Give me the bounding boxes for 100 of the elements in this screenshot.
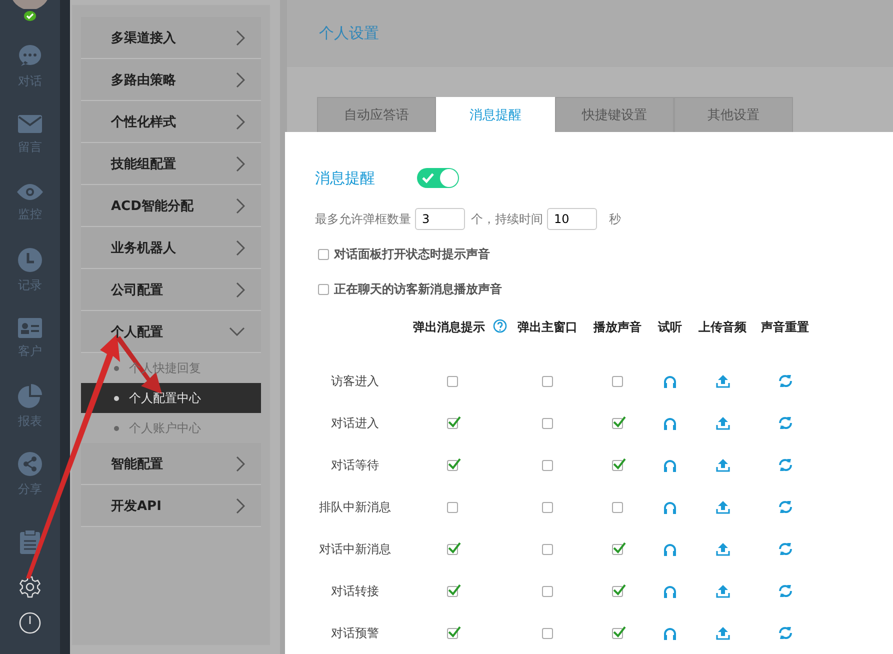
checkbox[interactable] [612,628,623,638]
checkbox[interactable] [446,418,458,428]
checkbox[interactable] [446,586,458,596]
headphones-icon[interactable] [663,416,677,430]
envelope-icon [17,112,43,134]
clipboard-icon [19,529,41,555]
checkbox[interactable] [446,460,458,470]
chevron-right-icon [236,456,245,472]
upload-icon[interactable] [716,626,730,640]
checkbox[interactable] [542,460,553,470]
upload-icon[interactable] [716,584,730,598]
section-label: 消息提醒 [315,168,375,188]
checkbox[interactable] [612,544,623,554]
menu-item[interactable]: 个性化样式 [81,101,261,143]
checkbox[interactable] [318,248,329,260]
count-field[interactable]: 3 [415,208,465,230]
toggle-switch[interactable] [417,168,459,188]
checkbox[interactable] [446,376,458,386]
clock-icon [17,246,43,272]
chevron-right-icon [236,72,245,88]
column-header: 弹出主窗口 [518,319,578,336]
contact-card-icon [17,316,43,338]
eye-icon [16,182,44,202]
headphones-icon[interactable] [663,500,677,514]
submenu-item[interactable]: 个人配置中心 [81,383,261,413]
checkbox[interactable] [542,586,553,596]
menu-item[interactable]: 多路由策略 [81,59,261,101]
upload-icon[interactable] [716,416,730,430]
refresh-icon[interactable] [778,374,792,388]
menu-item[interactable]: 技能组配置 [81,143,261,185]
checkbox[interactable] [612,376,623,386]
menu-item[interactable]: 开发API [81,485,261,527]
headphones-icon[interactable] [663,374,677,388]
menu-item[interactable]: 公司配置 [81,269,261,311]
chevron-right-icon [236,156,245,172]
upload-icon[interactable] [716,542,730,556]
check-icon [421,172,435,184]
headphones-icon[interactable] [663,542,677,556]
checkbox[interactable] [542,544,553,554]
checkbox-label: 对话面板打开状态时提示声音 [334,246,490,262]
refresh-icon[interactable] [778,584,792,598]
checkbox[interactable] [446,544,458,554]
field-label: 个，持续时间 [471,210,543,228]
field-label: 最多允许弹框数量 [315,210,411,228]
checkbox[interactable] [542,502,553,512]
event-label: 对话中新消息 [319,540,391,558]
upload-icon[interactable] [716,500,730,514]
menu-item[interactable]: 业务机器人 [81,227,261,269]
duration-field[interactable]: 10 [547,208,597,230]
checkbox-label: 正在聊天的访客新消息播放声音 [334,280,502,298]
share-icon [17,450,43,476]
refresh-icon[interactable] [778,416,792,430]
chevron-right-icon [236,498,245,514]
upload-icon[interactable] [716,374,730,388]
checkbox[interactable] [612,586,623,596]
column-header: 弹出消息提示 [413,319,485,336]
refresh-icon[interactable] [778,626,792,640]
checkbox[interactable] [318,284,329,294]
checkbox[interactable] [542,628,553,638]
power-icon[interactable] [19,612,41,634]
chevron-right-icon [236,282,245,298]
pie-chart-icon [17,382,43,408]
column-header: 试听 [658,319,682,336]
refresh-icon[interactable] [778,458,792,472]
column-header: 声音重置 [761,319,809,336]
checkbox[interactable] [446,628,458,638]
chevron-right-icon [236,240,245,256]
refresh-icon[interactable] [778,500,792,514]
unit-label: 秒 [609,210,621,228]
checkbox[interactable] [446,502,458,512]
chevron-right-icon [236,114,245,130]
headphones-icon[interactable] [663,626,677,640]
page-title: 个人设置 [319,24,379,43]
event-label: 访客进入 [331,372,379,390]
chevron-right-icon [236,198,245,214]
checkbox[interactable] [612,418,623,428]
event-label: 对话进入 [331,414,379,432]
event-label: 对话等待 [331,456,379,474]
headphones-icon[interactable] [663,584,677,598]
event-label: 排队中新消息 [319,498,391,516]
checkbox[interactable] [612,502,623,512]
refresh-icon[interactable] [778,542,792,556]
event-label: 对话转接 [331,582,379,600]
menu-item[interactable]: 个人配置 [81,311,261,353]
menu-item[interactable]: 多渠道接入 [81,17,261,59]
menu-item[interactable]: ACD智能分配 [81,185,261,227]
checkbox[interactable] [542,418,553,428]
chevron-right-icon [236,30,245,46]
column-header: 播放声音 [594,319,642,336]
upload-icon[interactable] [716,458,730,472]
chat-icon [17,42,43,68]
menu-item[interactable]: 智能配置 [81,443,261,485]
help-icon[interactable] [493,319,507,333]
settings-icon[interactable] [19,576,41,598]
chevron-down-icon [229,327,245,336]
event-label: 对话预警 [331,624,379,642]
checkbox[interactable] [542,376,553,386]
headphones-icon[interactable] [663,458,677,472]
checkbox[interactable] [612,460,623,470]
column-header: 上传音频 [698,319,746,336]
